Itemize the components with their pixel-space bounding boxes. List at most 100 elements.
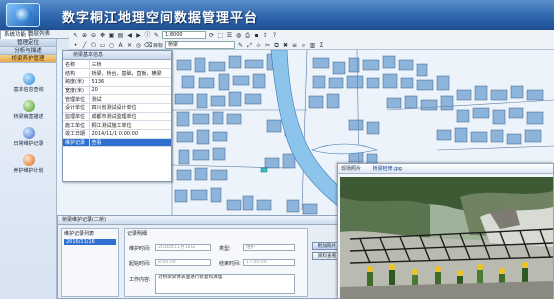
bridge-info-key: 维护记录 xyxy=(63,138,90,148)
type-select[interactable]: 维护 xyxy=(243,244,295,251)
print-icon[interactable]: ⎙ xyxy=(244,32,251,39)
map-toolbar: ↖ ⊕ ⊖ ✥ ▣ ▤ ◀ ▶ ⓘ ✎ 1:8000 ⟳ ⬚ ☰ ◍ ⎙ ▪ ⇪… xyxy=(69,30,554,50)
forward-icon[interactable]: ▶ xyxy=(135,32,142,39)
record-time-label: 维护时间: xyxy=(129,246,151,252)
bridge-info-row[interactable]: 维护记录 查看 xyxy=(63,138,171,148)
export-icon[interactable]: ⇪ xyxy=(262,32,269,39)
bridge-repair-photo xyxy=(340,177,553,299)
link-icon[interactable]: ⤢ xyxy=(246,42,253,49)
edit-icon[interactable]: ✎ xyxy=(237,42,244,49)
measure-icon[interactable]: ✎ xyxy=(153,32,160,39)
bridge-info-value: 测试 xyxy=(89,94,171,104)
bridge-info-row: 竣工日期 2014/11/1 0:00:00 xyxy=(63,129,171,139)
select-icon[interactable]: ⬚ xyxy=(217,32,224,39)
bridge-icon xyxy=(22,100,35,112)
tab-layer-list[interactable]: 图层列表 xyxy=(25,30,53,39)
merge-icon[interactable]: ⧉ xyxy=(273,42,280,49)
layers-icon[interactable]: ☰ xyxy=(226,32,233,39)
sidebar-items: 基本信息查询 桥梁病害描述 日常维护记录 养护维护计划 xyxy=(0,63,56,213)
cut-icon[interactable]: ✂ xyxy=(264,42,271,49)
draw-polygon-icon[interactable]: ⬠ xyxy=(90,42,97,49)
plan-icon xyxy=(22,154,35,166)
sidebar-item-basic-info[interactable]: 基本信息查询 xyxy=(0,73,57,93)
end-time-label: 结束时间: xyxy=(219,261,241,267)
sidebar-group-bridge-maintenance[interactable]: 桥梁养护管理 xyxy=(0,55,56,63)
query-icon[interactable]: ⌕ xyxy=(300,42,307,49)
start-time-field[interactable]: 8:00:00 xyxy=(155,259,211,266)
tab-site-photos[interactable]: 现场照片 xyxy=(341,166,361,172)
bridge-info-row: 宽度(米) 20 xyxy=(63,86,171,96)
clear-icon[interactable]: ⌫ xyxy=(144,42,152,49)
bridge-info-value: 三桥 xyxy=(89,60,171,70)
record-detail-title: 记录明细 xyxy=(127,231,148,237)
bridge-info-row: 设计单位 四川省测试设计单位 xyxy=(63,103,171,113)
zoom-out-icon[interactable]: ⊖ xyxy=(90,32,97,39)
bridge-info-row: 名称 三桥 xyxy=(63,60,171,70)
end-time-field[interactable]: 17:00:00 xyxy=(243,259,295,266)
tab-photo-file[interactable]: 桥梁检修.jpg xyxy=(373,166,402,172)
sidebar-item-label: 日常维护记录 xyxy=(13,141,44,147)
record-list-item[interactable]: 2016/11/16 xyxy=(64,239,116,245)
bridge-info-value[interactable]: 查看 xyxy=(89,138,171,148)
full-extent-icon[interactable]: ▣ xyxy=(108,32,115,39)
sidebar-group-analysis[interactable]: 分析与描述 xyxy=(0,47,56,55)
bridge-info-value: 2014/11/1 0:00:00 xyxy=(89,129,171,139)
stats-icon[interactable]: Σ xyxy=(318,42,325,49)
info-icon xyxy=(22,73,35,85)
record-time-field[interactable]: 2016年11月16日 xyxy=(155,244,211,251)
bridge-info-row: 跨度(米) 5136 xyxy=(63,77,171,87)
bridge-info-key: 监理单位 xyxy=(63,112,90,122)
sidebar-item-bridge-defects[interactable]: 桥梁病害描述 xyxy=(0,100,57,120)
photo-viewer-window: 现场照片 桥梁检修.jpg xyxy=(337,163,554,299)
snap-icon[interactable]: ⊹ xyxy=(255,42,262,49)
draw-circle-icon[interactable]: ○ xyxy=(108,42,115,49)
zoom-in-icon[interactable]: ⊕ xyxy=(81,32,88,39)
sidebar-group-locate[interactable]: 管理定位 xyxy=(0,39,56,47)
maintenance-record-dialog: 桥梁维护记录(二桥) 维护记录列表 2016/11/16 记录明细 维护时间: … xyxy=(57,215,347,299)
bridge-info-key: 跨度(米) xyxy=(63,77,90,87)
back-icon[interactable]: ◀ xyxy=(126,32,133,39)
work-content-label: 工作内容: xyxy=(129,277,151,283)
draw-point-icon[interactable]: • xyxy=(72,42,79,49)
erase-icon[interactable]: ✕ xyxy=(126,42,133,49)
pointer-icon[interactable]: ↖ xyxy=(72,32,79,39)
start-time-label: 起始时间: xyxy=(129,261,151,267)
layer-select[interactable]: 桥梁 xyxy=(165,41,236,49)
layer-label: 目标 xyxy=(153,42,164,49)
help-icon[interactable]: ? xyxy=(271,32,278,39)
bridge-info-title: 桥梁基本信息 xyxy=(63,51,171,60)
refresh-icon[interactable]: ⟳ xyxy=(208,32,215,39)
bridge-info-key: 竣工日期 xyxy=(63,129,90,139)
app-title-bar: 数字桐江地理空间数据管理平台 xyxy=(0,0,554,30)
app-title: 数字桐江地理空间数据管理平台 xyxy=(62,11,259,26)
bridge-info-row: 施工单位 桐江测试施工单位 xyxy=(63,120,171,130)
scale-select[interactable]: 1:8000 xyxy=(162,31,206,39)
bridge-info-row: 结构 桥梁，桥台，基础，直板，横梁 xyxy=(63,68,171,78)
sidebar-item-label: 基本信息查询 xyxy=(13,87,44,93)
save-icon[interactable]: ▪ xyxy=(253,32,260,39)
draw-line-icon[interactable]: ╱ xyxy=(81,42,88,49)
bridge-info-row: 监理单位 成都市测试监理单位 xyxy=(63,112,171,122)
selected-bridge-marker[interactable] xyxy=(260,167,268,173)
app-logo xyxy=(6,3,40,27)
bridge-info-key: 名称 xyxy=(63,60,90,70)
work-content-field[interactable]: 对桥梁梁体表面进行修复和清理 xyxy=(155,274,295,294)
text-icon[interactable]: A xyxy=(117,42,124,49)
chart-icon[interactable]: ▥ xyxy=(309,42,316,49)
record-detail-box: 记录明细 维护时间: 2016年11月16日 类型: 维护 起始时间: 8:00… xyxy=(124,228,308,297)
attribute-icon[interactable]: ≡ xyxy=(291,42,298,49)
sidebar-item-label: 养护维护计划 xyxy=(13,168,44,174)
pan-icon[interactable]: ✥ xyxy=(99,32,106,39)
delete-icon[interactable]: ✖ xyxy=(282,42,289,49)
construction-photo xyxy=(340,177,553,299)
fixed-zoom-icon[interactable]: ▤ xyxy=(117,32,124,39)
identify-icon[interactable]: ⓘ xyxy=(144,32,151,39)
sidebar-item-daily-records[interactable]: 日常维护记录 xyxy=(0,127,57,147)
sidebar: 管理定位 分析与描述 桥梁养护管理 基本信息查询 桥梁病害描述 日常维护记录 养… xyxy=(0,39,57,299)
draw-rect-icon[interactable]: ▭ xyxy=(99,42,106,49)
sidebar-item-maintenance-plan[interactable]: 养护维护计划 xyxy=(0,154,57,174)
buffer-icon[interactable]: ◎ xyxy=(135,42,142,49)
sidebar-item-label: 桥梁病害描述 xyxy=(13,114,44,120)
globe-icon[interactable]: ◍ xyxy=(235,32,242,39)
bridge-info-value: 桐江测试施工单位 xyxy=(89,120,171,130)
